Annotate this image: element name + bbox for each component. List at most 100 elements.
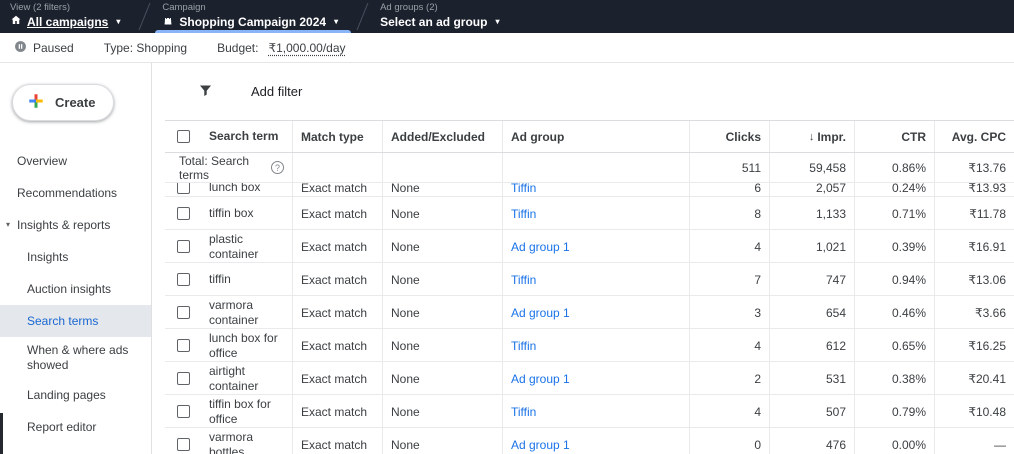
chevron-down-icon[interactable]: ▾ — [334, 18, 338, 26]
clicks-cell: 6 — [690, 183, 770, 197]
sidebar-item-label: When & where ads showed — [27, 343, 143, 373]
added-excluded-cell: None — [383, 428, 503, 454]
breadcrumb-all-campaigns[interactable]: View (2 filters) All campaigns ▾ — [0, 0, 136, 33]
added-excluded-cell: None — [383, 296, 503, 329]
add-filter-button[interactable]: Add filter — [251, 84, 302, 99]
table-row-inner: tiffinExact matchNoneTiffin77470.94%₹13.… — [165, 263, 1014, 296]
table-row: airtight containerExact matchNoneAd grou… — [165, 362, 1014, 395]
breadcrumb-label: Ad groups (2) — [380, 2, 499, 14]
row-checkbox[interactable] — [177, 372, 190, 385]
row-checkbox-cell — [165, 230, 201, 263]
table-row: lunch boxExact matchNoneTiffin62,0570.24… — [165, 183, 1014, 197]
col-ad-group[interactable]: Ad group — [503, 121, 690, 152]
added-excluded-cell: None — [383, 263, 503, 296]
added-excluded-cell: None — [383, 197, 503, 230]
avg-cpc-cell: ₹16.91 — [935, 230, 1014, 263]
sidebar-item-when-where-ads-showed[interactable]: When & where ads showed — [0, 337, 151, 379]
paused-icon — [14, 40, 27, 56]
match-type-cell: Exact match — [293, 197, 383, 230]
ad-group-cell: Tiffin — [503, 329, 690, 362]
total-label: Total: Search terms — [179, 154, 265, 182]
col-ctr[interactable]: CTR — [855, 121, 935, 152]
ad-group-link[interactable]: Tiffin — [511, 207, 536, 221]
search-term-cell: lunch box for office — [201, 329, 293, 362]
col-impressions[interactable]: ↓ Impr. — [770, 121, 855, 152]
sidebar-item-search-terms[interactable]: Search terms — [0, 305, 151, 337]
select-all-checkbox[interactable] — [177, 130, 190, 143]
row-checkbox[interactable] — [177, 240, 190, 253]
total-empty-cell — [503, 153, 690, 182]
avg-cpc-cell: ₹10.48 — [935, 395, 1014, 428]
row-checkbox-cell — [165, 197, 201, 230]
row-checkbox[interactable] — [177, 273, 190, 286]
table-row-inner: varmora containerExact matchNoneAd group… — [165, 296, 1014, 329]
sidebar-item-recommendations[interactable]: Recommendations — [0, 177, 151, 209]
row-checkbox-cell — [165, 362, 201, 395]
sidebar-item-overview[interactable]: Overview — [0, 145, 151, 177]
breadcrumb-campaign[interactable]: Campaign Shopping Campaign 2024 ▾ — [152, 0, 354, 33]
ad-group-link[interactable]: Tiffin — [511, 339, 536, 353]
sidebar-item-insights[interactable]: Insights — [0, 241, 151, 273]
row-checkbox[interactable] — [177, 183, 190, 194]
impressions-cell: 2,057 — [770, 183, 855, 197]
ctr-cell: 0.79% — [855, 395, 935, 428]
ad-group-link[interactable]: Ad group 1 — [511, 438, 570, 452]
ctr-cell: 0.38% — [855, 362, 935, 395]
search-term-cell: varmora container — [201, 296, 293, 329]
sidebar-item-auction-insights[interactable]: Auction insights — [0, 273, 151, 305]
col-avg-cpc[interactable]: Avg. CPC — [935, 121, 1014, 152]
col-search-term[interactable]: Search term — [201, 121, 293, 152]
shopping-bag-icon — [162, 14, 174, 30]
col-clicks[interactable]: Clicks — [690, 121, 770, 152]
match-type-cell: Exact match — [293, 395, 383, 428]
filter-funnel-icon[interactable] — [197, 82, 214, 102]
table-row-inner: tiffin box for officeExact matchNoneTiff… — [165, 395, 1014, 428]
budget-label: Budget: — [217, 41, 258, 55]
ad-group-link[interactable]: Tiffin — [511, 183, 536, 195]
added-excluded-cell: None — [383, 362, 503, 395]
total-impressions: 59,458 — [770, 153, 855, 182]
campaign-status[interactable]: Paused — [14, 40, 74, 56]
col-added-excluded[interactable]: Added/Excluded — [383, 121, 503, 152]
total-ctr: 0.86% — [855, 153, 935, 182]
ad-group-link[interactable]: Ad group 1 — [511, 372, 570, 386]
sidebar-item-insights-reports[interactable]: ▾Insights & reports — [0, 209, 151, 241]
row-checkbox[interactable] — [177, 207, 190, 220]
ad-group-link[interactable]: Ad group 1 — [511, 306, 570, 320]
breadcrumb-ad-group[interactable]: Ad groups (2) Select an ad group ▾ — [370, 0, 515, 33]
ad-group-link[interactable]: Ad group 1 — [511, 240, 570, 254]
sidebar-item-report-editor[interactable]: Report editor — [0, 411, 151, 443]
added-excluded-cell: None — [383, 183, 503, 197]
col-match-type[interactable]: Match type — [293, 121, 383, 152]
clicks-cell: 8 — [690, 197, 770, 230]
sidebar-scrollbar-thumb[interactable] — [0, 413, 3, 454]
row-checkbox[interactable] — [177, 339, 190, 352]
ad-group-cell: Ad group 1 — [503, 362, 690, 395]
campaign-type: Type: Shopping — [104, 41, 187, 55]
clicks-cell: 2 — [690, 362, 770, 395]
row-checkbox[interactable] — [177, 306, 190, 319]
ad-group-link[interactable]: Tiffin — [511, 405, 536, 419]
create-button[interactable]: Create — [12, 84, 114, 121]
budget-value[interactable]: ₹1,000.00/day — [268, 41, 345, 55]
sidebar-nav: OverviewRecommendations▾Insights & repor… — [0, 145, 151, 443]
row-checkbox[interactable] — [177, 438, 190, 451]
plus-icon — [27, 92, 45, 113]
table-row: lunch box for officeExact matchNoneTiffi… — [165, 329, 1014, 362]
avg-cpc-cell: ₹20.41 — [935, 362, 1014, 395]
impressions-cell: 507 — [770, 395, 855, 428]
ad-group-link[interactable]: Tiffin — [511, 273, 536, 287]
total-row: Total: Search terms ? 511 59,458 0.86% ₹… — [165, 153, 1014, 183]
total-empty-cell — [293, 153, 383, 182]
chevron-down-icon: ▾ — [6, 220, 17, 230]
sidebar-item-label: Insights — [27, 250, 68, 265]
col-impressions-label: Impr. — [817, 130, 846, 144]
help-icon[interactable]: ? — [271, 161, 284, 174]
sidebar-item-landing-pages[interactable]: Landing pages — [0, 379, 151, 411]
chevron-down-icon[interactable]: ▾ — [495, 18, 499, 26]
table-row: tiffin boxExact matchNoneTiffin81,1330.7… — [165, 197, 1014, 230]
chevron-down-icon[interactable]: ▾ — [116, 18, 120, 26]
breadcrumb-value: Shopping Campaign 2024 — [179, 15, 326, 30]
row-checkbox[interactable] — [177, 405, 190, 418]
impressions-cell: 654 — [770, 296, 855, 329]
